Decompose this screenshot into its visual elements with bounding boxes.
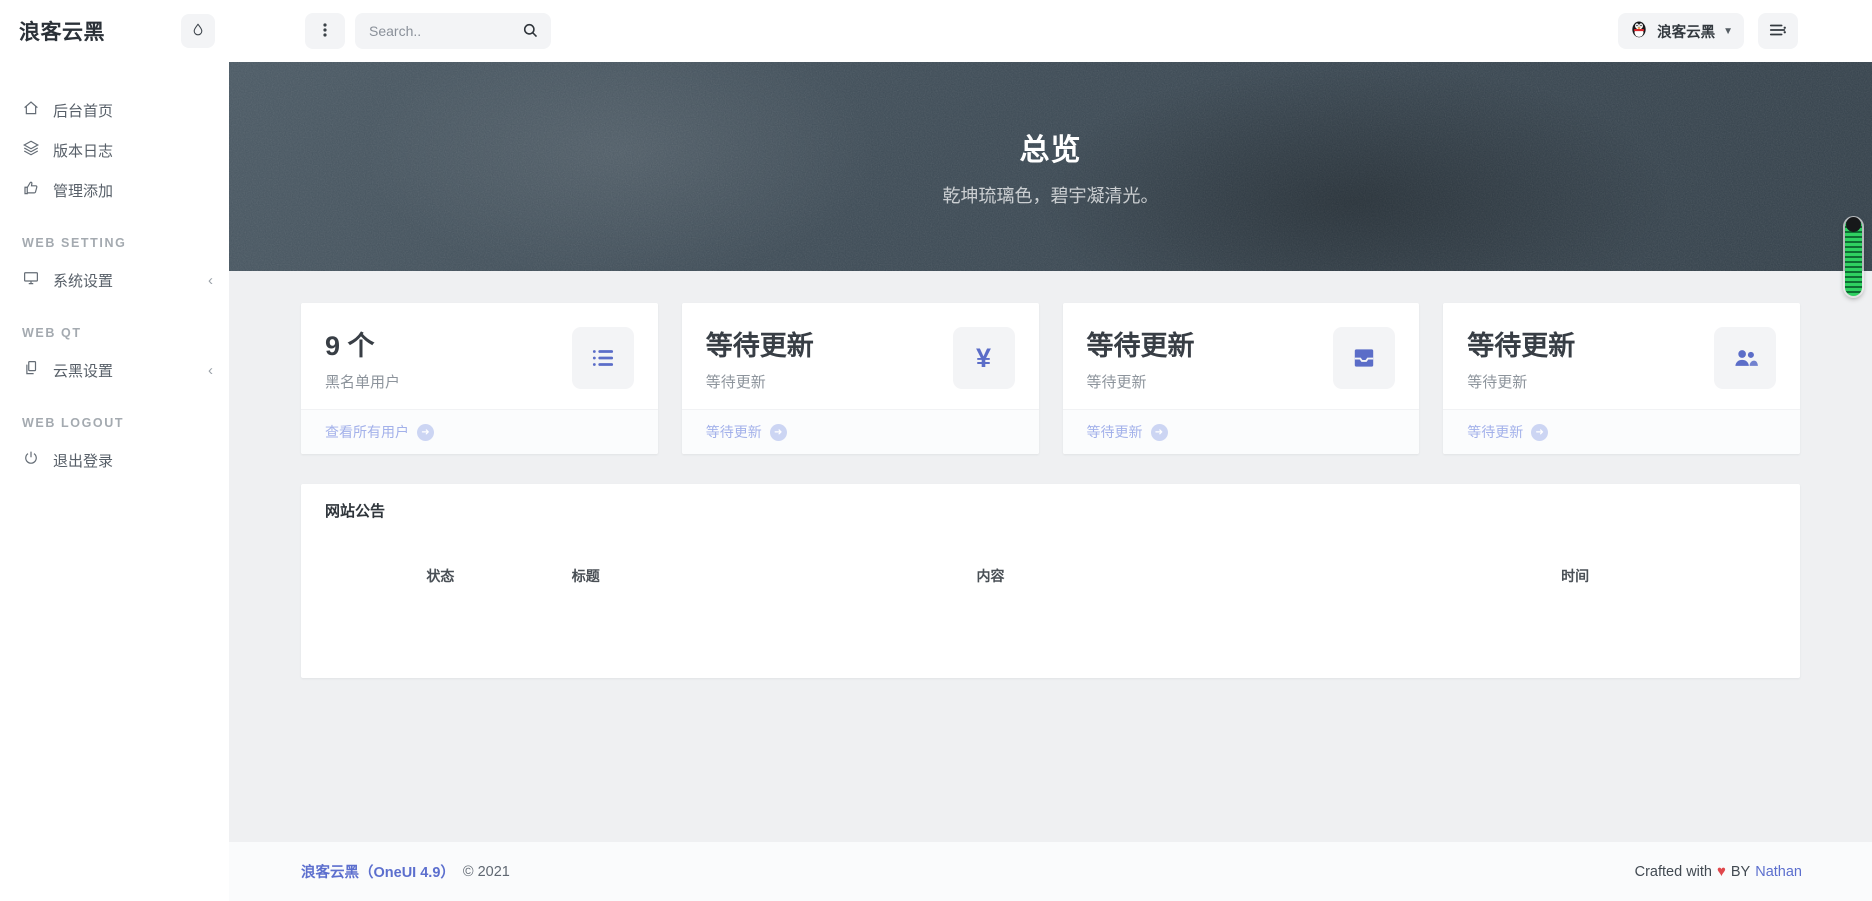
column-header-title: 标题 [571,568,600,584]
sidebar-section-web-qt: WEB QT [22,326,82,340]
users-icon [1714,327,1776,389]
kebab-menu-button[interactable] [305,13,345,49]
sidebar-item-home[interactable]: 后台首页 [0,90,229,130]
user-menu-button[interactable]: 浪客云黑 ▼ [1618,13,1744,49]
stat-value: 等待更新 [1467,331,1576,361]
content: 9 个 黑名单用户 查看所有用户 ➜ 等待更新 等待更新 ¥ 等待更新 ➜ 等待… [229,271,1872,842]
thumbs-up-icon [22,179,40,201]
footer-copyright: © 2021 [462,863,510,880]
panel-title: 网站公告 [325,503,386,520]
footer-left: 浪客云黑（OneUI 4.9） © 2021 [301,861,510,882]
stat-value: 等待更新 [1086,331,1195,361]
stat-label: 等待更新 [1467,374,1528,391]
sidebar-item-label: 系统设置 [53,272,114,290]
stat-label: 黑名单用户 [325,374,401,391]
page-subtitle: 乾坤琉璃色，碧宇凝清光。 [942,186,1159,206]
topbar: 浪客云黑 ▼ [229,0,1872,62]
list-icon [571,327,634,389]
power-icon [22,449,40,471]
sidebar-item-admin-add[interactable]: 管理添加 [0,170,229,210]
search-icon[interactable] [521,21,540,45]
user-name: 浪客云黑 [1657,24,1716,41]
sidebar-item-changelog[interactable]: 版本日志 [0,130,229,170]
stat-card-blacklist: 9 个 黑名单用户 查看所有用户 ➜ [301,303,658,454]
menu-icon [1769,22,1787,41]
layers-icon [22,139,40,161]
sidebar: 浪客云黑 后台首页 版本日志 管理添加 WEB SETTING 系统设置 ‹ W… [0,0,229,901]
droplet-icon [190,22,206,41]
sidebar-item-label: 版本日志 [53,142,114,160]
card-link-label: 查看所有用户 [325,424,409,440]
sidebar-section-web-logout: WEB LOGOUT [22,416,125,430]
arrow-right-circle-icon: ➜ [1531,423,1549,441]
card-link-label: 等待更新 [705,424,762,440]
stat-label: 等待更新 [705,374,766,391]
sidebar-item-label: 云黑设置 [53,362,114,380]
chevron-down-icon: ▼ [1723,25,1733,37]
footer-crafted-text: Crafted with [1634,863,1712,880]
footer-brand-link[interactable]: 浪客云黑（OneUI 4.9） [301,861,455,882]
yen-icon: ¥ [952,327,1015,389]
stat-card-footer-link[interactable]: 查看所有用户 ➜ [301,409,658,454]
heart-icon: ♥ [1716,863,1726,880]
home-icon [22,99,40,121]
footer-by-text: BY [1730,863,1751,880]
stat-card-body: 9 个 黑名单用户 [301,303,658,409]
sidebar-item-logout[interactable]: 退出登录 [0,440,229,480]
kebab-icon [318,22,332,41]
stat-card-footer-link[interactable]: 等待更新 ➜ [1062,409,1420,454]
sidebar-item-system-settings[interactable]: 系统设置 ‹ [0,260,229,300]
brand-logo[interactable]: 浪客云黑 [19,16,105,46]
sidebar-item-label: 后台首页 [53,102,114,120]
footer-author-link[interactable]: Nathan [1755,864,1802,880]
stat-card-body: 等待更新 等待更新 [1063,303,1420,409]
sidebar-section-web-setting: WEB SETTING [22,236,127,250]
arrow-right-circle-icon: ➜ [417,423,434,441]
card-link-label: 等待更新 [1086,424,1143,440]
card-link-label: 等待更新 [1467,424,1524,440]
logo-row: 浪客云黑 [0,0,229,62]
page-title: 总览 [1019,134,1082,167]
avatar [1629,19,1649,43]
monitor-icon [22,269,40,291]
chevron-left-icon: ‹ [208,361,213,379]
sidebar-item-label: 退出登录 [53,452,114,470]
column-header-time: 时间 [1561,568,1590,584]
sidebar-item-cloud-settings[interactable]: 云黑设置 ‹ [0,350,229,390]
arrow-right-circle-icon: ➜ [1150,423,1168,441]
stat-card-body: 等待更新 等待更新 ¥ [682,303,1039,409]
chevron-left-icon: ‹ [208,271,213,289]
search-bar [355,13,551,49]
stat-card-inbox: 等待更新 等待更新 等待更新 ➜ [1062,303,1420,454]
hero-light-patch [360,62,881,271]
topbar-right: 浪客云黑 ▼ [1618,13,1798,49]
main-area: 浪客云黑 ▼ 总览 乾坤琉璃色，碧宇凝清光。 [229,0,1872,901]
inbox-icon [1333,327,1396,389]
footer-right: Crafted with ♥ BY Nathan [1635,863,1802,880]
announcements-panel: 网站公告 状态 标题 内容 时间 [301,484,1800,678]
hero-dark-patch [1034,62,1675,271]
stat-cards-row: 9 个 黑名单用户 查看所有用户 ➜ 等待更新 等待更新 ¥ 等待更新 ➜ 等待… [301,303,1800,454]
stat-value: 9 个 [325,331,375,361]
announcements-table-header: 状态 标题 内容 时间 [301,566,1800,588]
stat-value: 等待更新 [705,331,814,361]
documents-icon [22,359,40,381]
stat-card-footer-link[interactable]: 等待更新 ➜ [681,409,1039,454]
sidebar-nav: 后台首页 版本日志 管理添加 WEB SETTING 系统设置 ‹ WEB QT… [0,62,229,480]
scroll-indicator[interactable] [1845,217,1862,296]
stat-label: 等待更新 [1086,374,1147,391]
stat-card-users: 等待更新 等待更新 等待更新 ➜ [1443,303,1800,454]
stat-card-money: 等待更新 等待更新 ¥ 等待更新 ➜ [681,303,1039,454]
page-footer: 浪客云黑（OneUI 4.9） © 2021 Crafted with ♥ BY… [229,842,1872,901]
layout-menu-button[interactable] [1758,13,1798,49]
stat-card-body: 等待更新 等待更新 [1443,303,1800,409]
stat-card-footer-link[interactable]: 等待更新 ➜ [1443,409,1800,454]
theme-droplet-button[interactable] [181,14,215,48]
arrow-right-circle-icon: ➜ [769,423,787,441]
column-header-content: 内容 [976,568,1005,584]
column-header-status: 状态 [426,568,455,584]
hero-banner: 总览 乾坤琉璃色，碧宇凝清光。 [229,62,1872,271]
sidebar-item-label: 管理添加 [53,182,114,200]
